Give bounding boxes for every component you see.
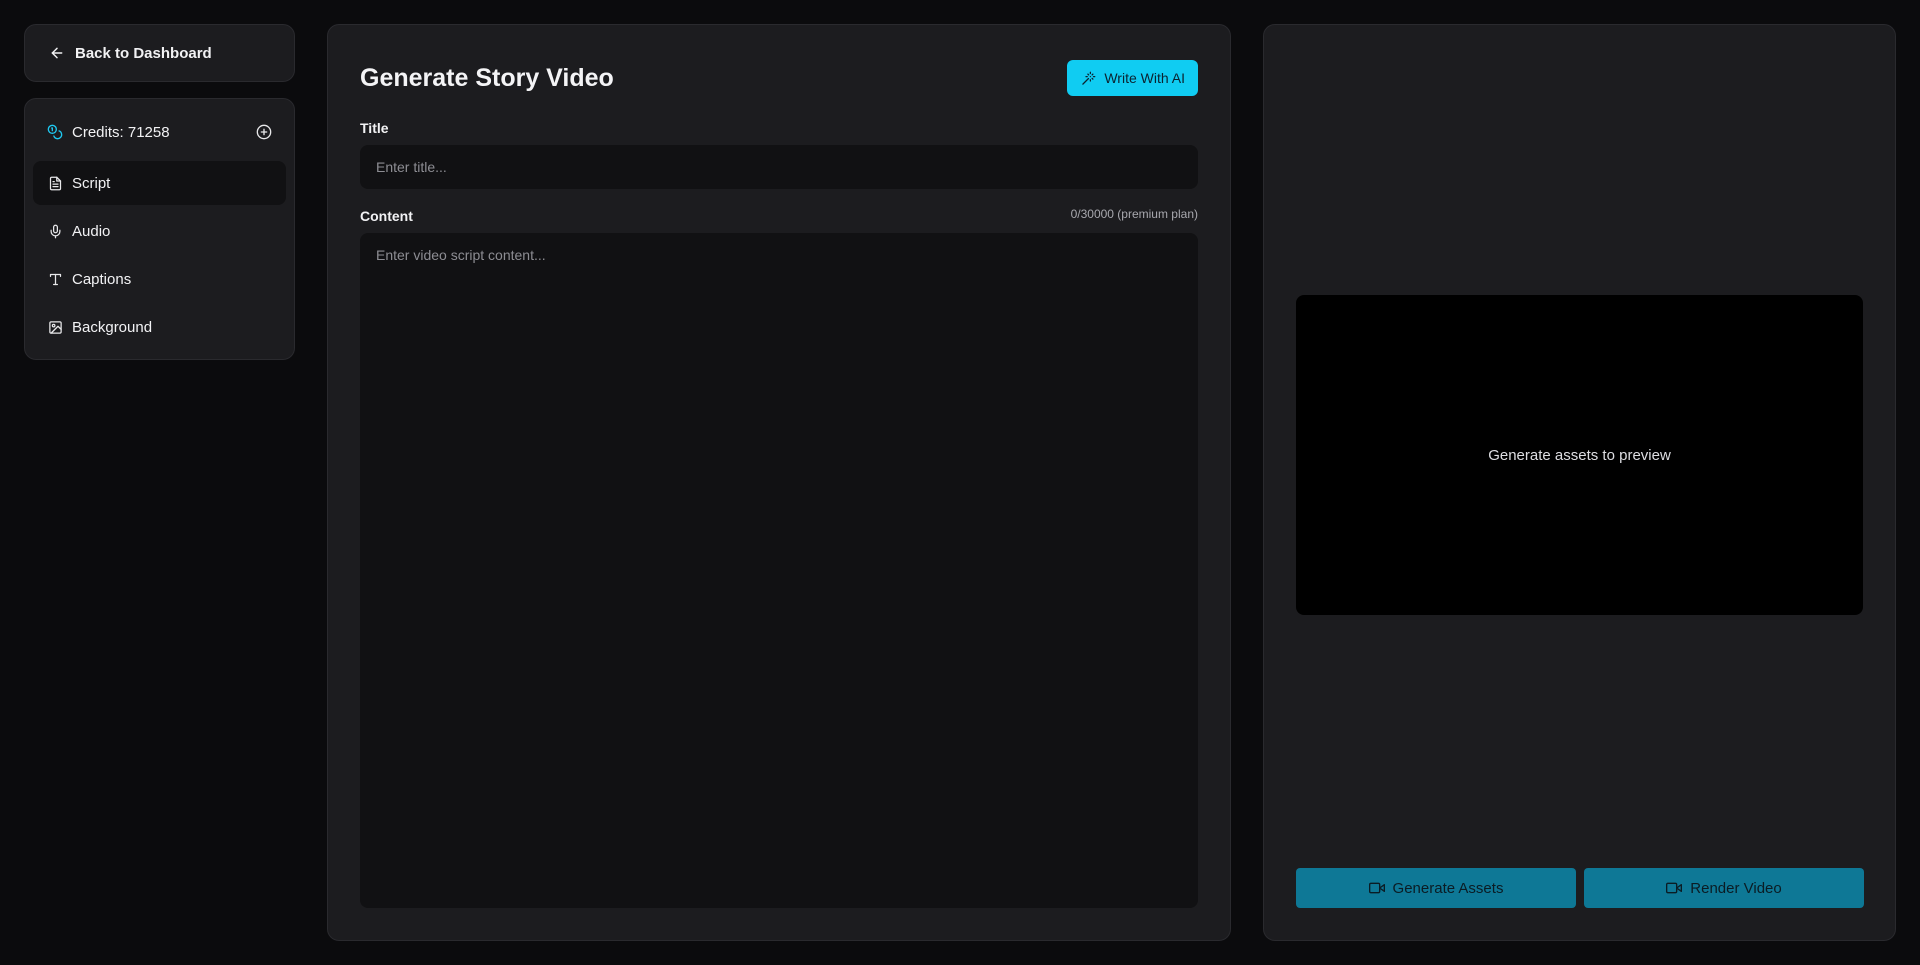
write-with-ai-label: Write With AI — [1104, 70, 1185, 86]
script-editor-panel: Generate Story Video Write With AI Title… — [327, 24, 1231, 941]
generate-assets-label: Generate Assets — [1392, 879, 1504, 897]
arrow-left-icon — [49, 45, 65, 61]
content-label: Content — [360, 208, 413, 224]
coins-icon — [47, 124, 63, 140]
title-input[interactable] — [360, 145, 1198, 189]
write-with-ai-button[interactable]: Write With AI — [1067, 60, 1198, 96]
credits-row: Credits: 71258 — [33, 107, 286, 157]
type-icon — [47, 271, 63, 287]
sidebar-item-label: Captions — [72, 270, 132, 288]
video-icon — [1368, 880, 1385, 896]
editor-header: Generate Story Video Write With AI — [360, 25, 1198, 127]
preview-panel: Generate assets to preview Generate Asse… — [1263, 24, 1896, 941]
sidebar: Credits: 71258 Script Audio Captions Bac… — [24, 98, 295, 360]
sidebar-item-audio[interactable]: Audio — [33, 209, 286, 253]
video-icon — [1666, 880, 1683, 896]
sidebar-item-label: Audio — [72, 222, 111, 240]
credits-label: Credits: 71258 — [72, 123, 170, 141]
back-to-dashboard-label: Back to Dashboard — [75, 44, 212, 62]
render-video-button[interactable]: Render Video — [1584, 868, 1864, 908]
sidebar-item-label: Script — [72, 174, 111, 192]
content-textarea[interactable] — [360, 233, 1198, 908]
image-icon — [47, 319, 63, 335]
preview-empty-text: Generate assets to preview — [1488, 446, 1671, 464]
character-counter: 0/30000 (premium plan) — [1070, 207, 1198, 221]
mic-icon — [47, 223, 63, 239]
back-to-dashboard-button[interactable]: Back to Dashboard — [24, 24, 295, 82]
render-video-label: Render Video — [1690, 879, 1782, 897]
page-title: Generate Story Video — [360, 63, 614, 92]
generate-assets-button[interactable]: Generate Assets — [1296, 868, 1576, 908]
video-preview: Generate assets to preview — [1296, 295, 1863, 615]
sidebar-item-captions[interactable]: Captions — [33, 257, 286, 301]
title-label: Title — [360, 120, 389, 136]
file-text-icon — [47, 175, 63, 191]
sidebar-item-background[interactable]: Background — [33, 305, 286, 349]
sidebar-item-script[interactable]: Script — [33, 161, 286, 205]
add-credits-icon[interactable] — [256, 124, 272, 140]
magic-wand-icon — [1080, 70, 1096, 86]
sidebar-item-label: Background — [72, 318, 153, 336]
